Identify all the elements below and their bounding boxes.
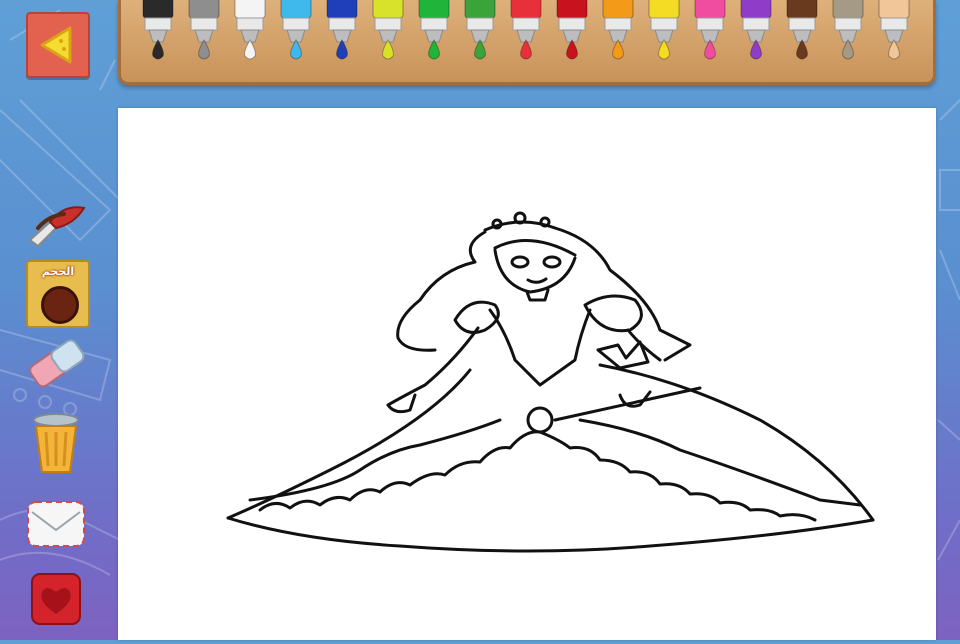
heart-icon [31,573,81,625]
paintbrush-icon [28,206,86,248]
back-arrow-icon [40,26,72,64]
mail-button[interactable] [24,498,88,550]
eraser-icon [29,339,85,388]
envelope-icon [27,501,85,547]
trash-can-icon [33,413,79,473]
favorite-button[interactable] [24,572,88,628]
marker-light-blue[interactable] [280,0,312,60]
size-preview-dot [41,286,79,324]
color-palette [118,0,936,85]
marker-white[interactable] [234,0,266,60]
marker-row [142,0,910,60]
marker-dark-red[interactable] [556,0,588,60]
marker-peach[interactable] [878,0,910,60]
drawing-canvas[interactable] [118,108,936,640]
marker-tan[interactable] [832,0,864,60]
marker-yellow[interactable] [648,0,680,60]
marker-orange[interactable] [602,0,634,60]
marker-gray[interactable] [188,0,220,60]
brush-size-button[interactable]: الحجم [26,260,90,328]
marker-red[interactable] [510,0,542,60]
marker-purple[interactable] [740,0,772,60]
brush-tool[interactable] [24,196,88,252]
marker-brown[interactable] [786,0,818,60]
marker-black[interactable] [142,0,174,60]
trash-button[interactable] [24,410,88,478]
marker-blue[interactable] [326,0,358,60]
marker-yellow-green[interactable] [372,0,404,60]
size-label: الحجم [41,265,75,278]
princess-drawing [226,211,875,553]
marker-green[interactable] [418,0,450,60]
eraser-tool[interactable] [24,336,88,392]
back-button[interactable] [26,12,90,78]
marker-pink[interactable] [694,0,726,60]
marker-dark-green[interactable] [464,0,496,60]
